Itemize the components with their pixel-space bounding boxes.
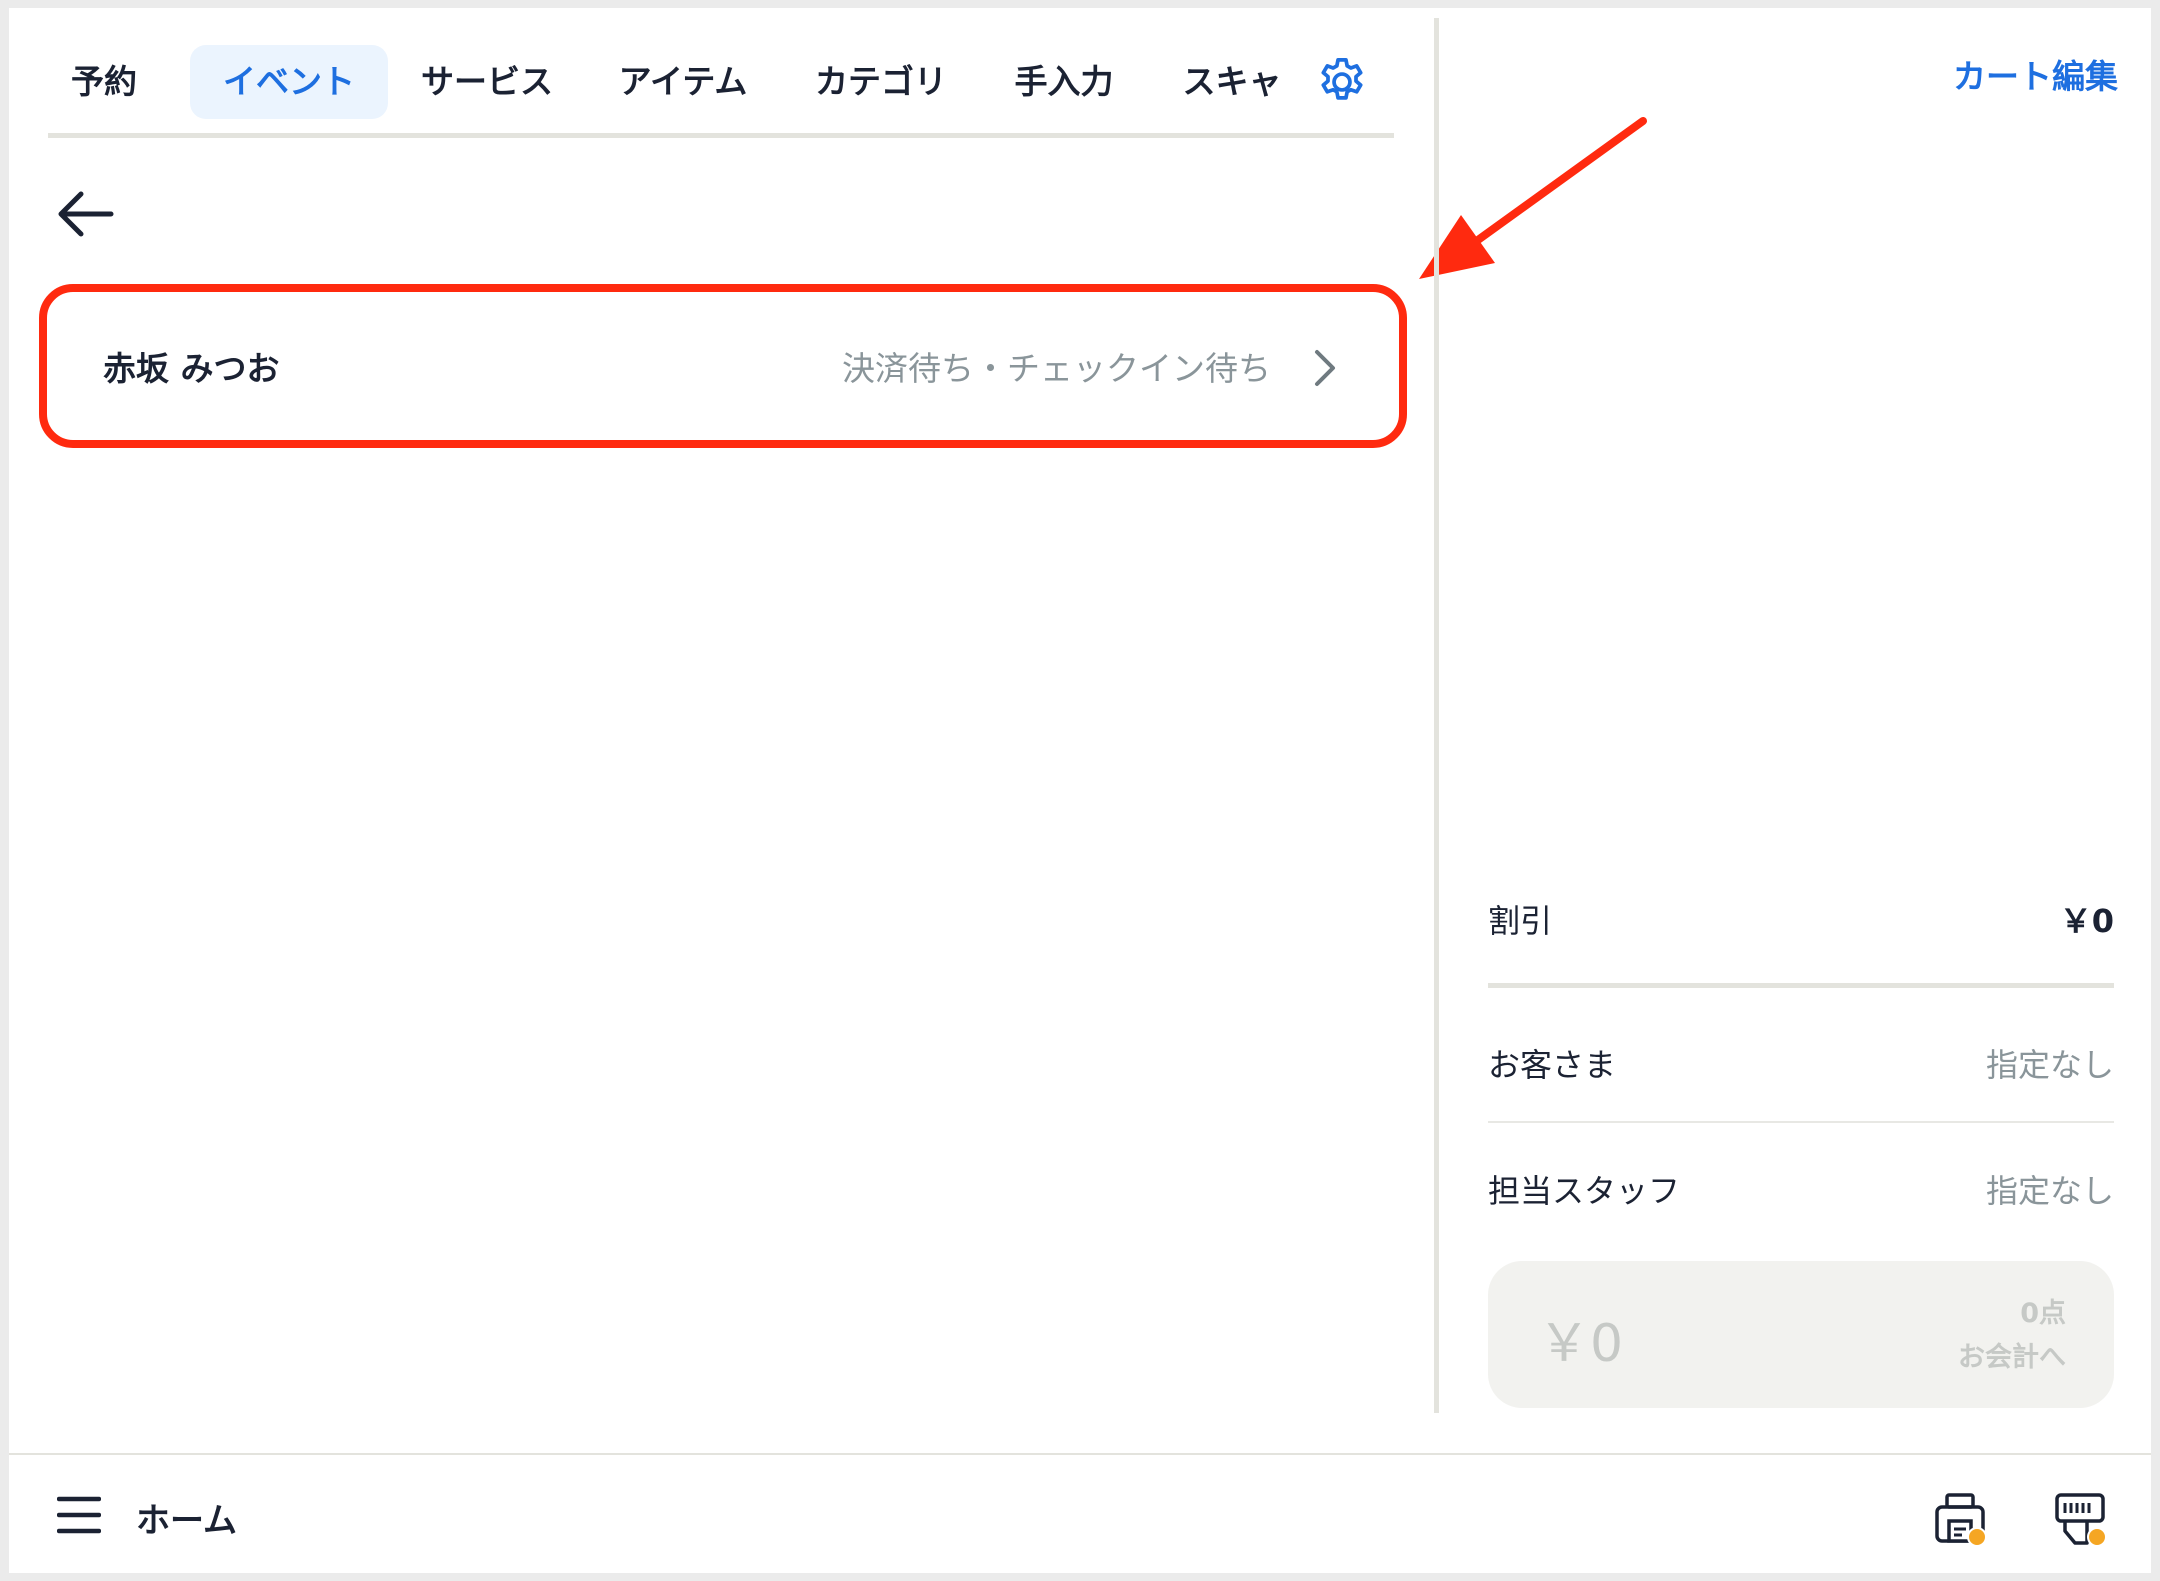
chevron-right-icon	[1315, 350, 1335, 386]
staff-label: 担当スタッフ	[1488, 1172, 1681, 1210]
tab-scan[interactable]: スキャ	[1176, 45, 1288, 119]
category-tab-bar: 予約 イベント サービス アイテム カテゴリ 手入力 スキャ	[48, 42, 1394, 138]
discount-value: ￥0	[2059, 902, 2114, 940]
card-reader-icon[interactable]	[2053, 1491, 2109, 1547]
arrow-left-icon[interactable]	[53, 186, 117, 242]
gear-icon[interactable]	[1314, 54, 1370, 110]
event-attendee-row[interactable]: 赤坂 みつお 決済待ち・チェックイン待ち	[39, 284, 1407, 448]
checkout-amount: ￥0	[1538, 1314, 1624, 1374]
tab-service[interactable]: サービス	[412, 45, 562, 119]
customer-row[interactable]: お客さま 指定なし	[1488, 1032, 2114, 1092]
staff-value: 指定なし	[1985, 1172, 2114, 1210]
staff-row[interactable]: 担当スタッフ 指定なし	[1488, 1158, 2114, 1218]
home-label[interactable]: ホーム	[136, 1493, 237, 1542]
bottom-bar: ホーム	[9, 1453, 2151, 1573]
checkout-item-count: 0点	[2020, 1298, 2066, 1329]
discount-row[interactable]: 割引 ￥0	[1488, 888, 2114, 948]
discount-label: 割引	[1488, 902, 1553, 940]
red-arrow-annotation	[1419, 117, 1647, 279]
app-window: 予約 イベント サービス アイテム カテゴリ 手入力 スキャ 赤坂 みつお 決済…	[9, 8, 2151, 1573]
hamburger-menu-icon[interactable]	[57, 1495, 101, 1535]
checkout-label: お会計へ	[1958, 1342, 2066, 1373]
tab-category[interactable]: カテゴリ	[806, 45, 956, 119]
attendee-status: 決済待ち・チェックイン待ち	[842, 349, 1271, 388]
tab-event[interactable]: イベント	[190, 45, 388, 119]
pane-divider	[1434, 18, 1439, 1413]
divider	[1488, 983, 2114, 988]
cart-edit-button[interactable]: カート編集	[1953, 50, 2118, 98]
divider	[1488, 1121, 2114, 1123]
tab-reservation[interactable]: 予約	[48, 45, 160, 119]
customer-value: 指定なし	[1985, 1046, 2114, 1084]
printer-icon[interactable]	[1933, 1491, 1989, 1547]
checkout-button[interactable]: ￥0 0点 お会計へ	[1488, 1261, 2114, 1408]
tab-item[interactable]: アイテム	[608, 45, 758, 119]
customer-label: お客さま	[1488, 1046, 1617, 1084]
attendee-name: 赤坂 みつお	[103, 349, 280, 388]
tab-manual-entry[interactable]: 手入力	[1008, 45, 1120, 119]
